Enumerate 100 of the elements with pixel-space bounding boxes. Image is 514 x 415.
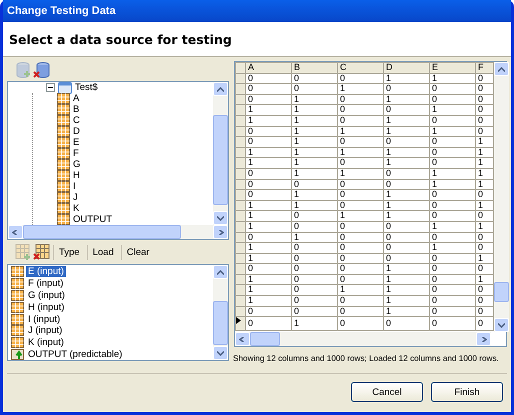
table-cell: 1 [384, 210, 430, 222]
table-cell: 0 [338, 232, 384, 243]
table-cell: 0 [384, 179, 430, 190]
tree-item[interactable]: I [73, 181, 76, 192]
scroll-thumb[interactable] [494, 282, 509, 302]
scroll-down-button[interactable] [213, 211, 228, 225]
column-icon [57, 214, 70, 225]
table-cell: 0 [292, 274, 338, 285]
data-grid[interactable] [235, 62, 506, 332]
table-cell: 0 [384, 232, 430, 243]
chevron-left-icon [12, 230, 19, 234]
table-cell: 1 [430, 168, 476, 180]
vertical-scrollbar[interactable] [494, 62, 509, 332]
table-cell: 0 [246, 84, 292, 94]
tree-item[interactable]: Test$ [75, 82, 98, 93]
tree-item[interactable]: H [73, 170, 80, 181]
table-cell: 1 [246, 296, 292, 306]
list-item[interactable]: I (input) [26, 314, 62, 325]
scroll-thumb[interactable] [213, 115, 228, 205]
list-item[interactable]: F (input) [26, 278, 66, 290]
sheet-icon [58, 82, 72, 94]
column-header[interactable]: F [476, 62, 494, 74]
tree-item[interactable]: A [73, 93, 80, 104]
scroll-thumb[interactable] [23, 225, 181, 239]
tree-item[interactable]: B [73, 104, 80, 115]
tree-item[interactable]: D [73, 126, 80, 137]
scroll-down-button[interactable] [494, 318, 509, 332]
dialog-button[interactable]: Finish [431, 382, 503, 402]
scroll-left-button[interactable] [8, 225, 23, 239]
table-cell: 0 [338, 136, 384, 148]
column-icon [57, 159, 70, 170]
column-header[interactable]: B [292, 62, 338, 74]
column-icon [11, 290, 24, 301]
vertical-scrollbar[interactable] [213, 82, 228, 225]
table-cell: 0 [384, 84, 430, 94]
scroll-down-button[interactable] [213, 346, 228, 360]
scroll-left-button[interactable] [235, 332, 250, 346]
scroll-thumb[interactable] [250, 332, 280, 346]
horizontal-scrollbar[interactable] [235, 332, 491, 346]
table-cell: 0 [338, 94, 384, 105]
tree-item[interactable]: K [73, 203, 80, 214]
table-cell: 0 [384, 104, 430, 116]
column-header[interactable]: E [430, 62, 476, 74]
list-item[interactable]: K (input) [26, 337, 66, 348]
column-icon [57, 181, 70, 192]
list-item[interactable]: G (input) [26, 290, 67, 301]
column-icon [57, 126, 70, 137]
table-cell: 0 [338, 316, 384, 330]
table-cell: 1 [384, 284, 430, 296]
list-item[interactable]: J (input) [26, 325, 64, 336]
table-cell: 0 [292, 264, 338, 274]
collapse-toggle-icon[interactable] [46, 83, 55, 92]
table-cell: 0 [430, 306, 476, 317]
column-header[interactable]: C [338, 62, 384, 74]
table-cell: 0 [292, 84, 338, 94]
tree-item[interactable]: OUTPUT [73, 214, 112, 225]
scroll-right-button[interactable] [213, 225, 228, 239]
column-list[interactable]: E (input) F (input) G (input) H (input) I (input) J (input) K (input) OUTPUT (predictable) [7, 264, 229, 362]
table-cell: 0 [430, 296, 476, 306]
toolbar-button[interactable]: Type [53, 244, 85, 260]
data-source-tree[interactable]: Test$ A B C D E F G H I J K OUTPUT [7, 81, 229, 240]
scroll-thumb[interactable] [213, 301, 228, 345]
scroll-up-button[interactable] [213, 82, 228, 96]
scroll-up-button[interactable] [494, 62, 509, 76]
chevron-up-icon [217, 270, 224, 274]
scroll-up-button[interactable] [213, 265, 228, 279]
table-cell: 0 [384, 221, 430, 232]
horizontal-scrollbar[interactable] [8, 225, 228, 239]
table-cell: 0 [246, 232, 292, 243]
vertical-scrollbar[interactable] [213, 265, 228, 360]
toolbar-button[interactable]: Load [86, 244, 119, 260]
database-remove-icon[interactable] [33, 61, 51, 79]
dialog-button[interactable]: Cancel [351, 382, 423, 402]
column-header[interactable]: D [384, 62, 430, 74]
table-cell: 0 [384, 253, 430, 264]
table-cell: 1 [292, 104, 338, 116]
table-cell: 1 [292, 190, 338, 200]
table-cell: 1 [292, 232, 338, 243]
chevron-down-icon [217, 216, 224, 220]
tree-item[interactable]: C [73, 115, 80, 126]
table-cell: 0 [338, 115, 384, 126]
column-icon [57, 170, 70, 181]
table-cell: 1 [246, 253, 292, 264]
table-remove-icon[interactable] [33, 243, 51, 261]
table-cell: 0 [292, 210, 338, 222]
table-cell: 1 [338, 210, 384, 222]
tree-item[interactable]: G [73, 159, 80, 170]
toolbar-button[interactable]: Clear [120, 244, 154, 260]
table-cell: 0 [338, 296, 384, 306]
scroll-right-button[interactable] [476, 332, 491, 346]
table-cell: 0 [338, 158, 384, 168]
table-cell: 0 [384, 136, 430, 148]
column-header[interactable]: A [246, 62, 292, 74]
list-item[interactable]: OUTPUT (predictable) [26, 348, 124, 360]
tree-item[interactable]: E [73, 137, 80, 148]
list-item[interactable]: E (input) [26, 266, 66, 278]
tree-item[interactable]: F [73, 148, 79, 159]
list-item[interactable]: H (input) [26, 302, 66, 313]
tree-item[interactable]: J [73, 192, 78, 203]
table-cell: 1 [430, 242, 476, 254]
